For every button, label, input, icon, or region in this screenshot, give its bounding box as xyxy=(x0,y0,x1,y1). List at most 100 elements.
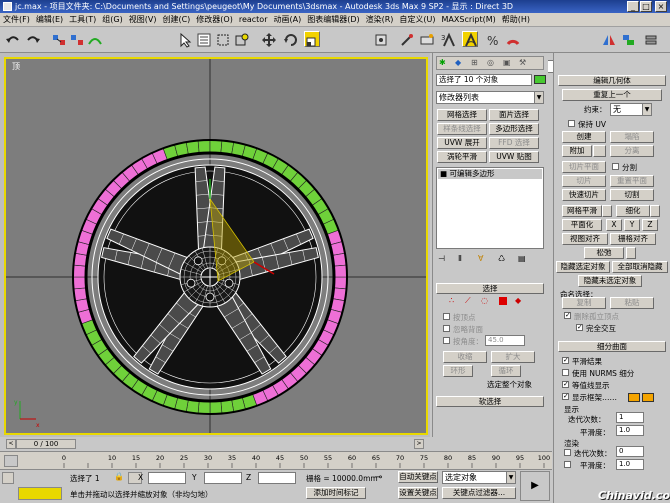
full-interactivity-checkbox[interactable]: ✓ xyxy=(576,324,583,331)
key-mode-icon[interactable]: ⊸ xyxy=(374,472,382,483)
meshsmooth-settings-button[interactable] xyxy=(602,205,612,217)
vertex-icon[interactable]: ∴ xyxy=(449,296,454,305)
meshsmooth-button[interactable]: 网格平滑 xyxy=(562,205,602,217)
menu-customize[interactable]: 自定义(U) xyxy=(396,13,438,26)
pin-stack-icon[interactable]: ⊣ xyxy=(438,254,445,263)
time-slider[interactable]: < 0 / 100 > xyxy=(0,437,430,451)
edge-icon[interactable]: ⟋ xyxy=(465,296,471,306)
use-nurms-checkbox[interactable] xyxy=(562,369,569,376)
unwrap-uvw-button[interactable]: UVW 展开 xyxy=(437,137,487,149)
percent-snap-icon[interactable]: % xyxy=(484,31,500,48)
render-iterations-spinner[interactable]: 0 xyxy=(616,446,644,457)
menu-graph-editors[interactable]: 图表编辑器(D) xyxy=(304,13,362,26)
relax-button[interactable]: 松弛 xyxy=(584,247,624,259)
smoothness-spinner[interactable]: 1.0 xyxy=(616,425,644,436)
select-and-rotate-icon[interactable] xyxy=(282,31,298,47)
by-vertex-checkbox[interactable] xyxy=(443,313,450,320)
spinner-snap-icon[interactable] xyxy=(504,31,520,47)
menu-views[interactable]: 视图(V) xyxy=(126,13,160,26)
menu-modifiers[interactable]: 修改器(O) xyxy=(193,13,236,26)
minimize-button[interactable]: _ xyxy=(627,1,639,12)
key-filters-button[interactable]: 关键点过滤器... xyxy=(442,487,516,499)
stack-item-editable-poly[interactable]: ■ 可编辑多边形 xyxy=(438,169,542,179)
select-and-link-icon[interactable] xyxy=(50,31,66,47)
display-tab-icon[interactable]: ▣ xyxy=(503,58,511,67)
show-end-result-icon[interactable]: Ⅱ xyxy=(458,254,462,263)
unhide-all-button[interactable]: 全部取消隐藏 xyxy=(612,261,668,273)
menu-create[interactable]: 创建(C) xyxy=(159,13,193,26)
menu-maxscript[interactable]: MAXScript(M) xyxy=(439,13,499,26)
constraints-dropdown[interactable]: 无 ▼ xyxy=(610,103,652,116)
close-button[interactable]: × xyxy=(655,1,667,12)
key-filter-dropdown[interactable]: 选定对象 ▼ xyxy=(442,471,516,484)
menu-rendering[interactable]: 渲染(R) xyxy=(363,13,397,26)
loop-button[interactable]: 循环 xyxy=(491,365,521,377)
top-viewport[interactable]: 顶 y x xyxy=(4,57,428,435)
element-icon[interactable]: ◆ xyxy=(515,296,521,305)
menu-tools[interactable]: 工具(T) xyxy=(66,13,99,26)
tessellate-settings-button[interactable] xyxy=(650,205,660,217)
render-smoothness-checkbox[interactable] xyxy=(564,461,571,468)
create-tab-icon[interactable]: ✱ xyxy=(439,58,446,67)
slice-plane-button[interactable]: 切片平面 xyxy=(562,161,606,173)
configure-modifier-sets-icon[interactable]: ▤ xyxy=(518,254,526,263)
render-iterations-checkbox[interactable] xyxy=(564,449,571,456)
subdivision-rollout-header[interactable]: 细分曲面 xyxy=(558,341,666,352)
iterations-spinner[interactable]: 1 xyxy=(616,412,644,423)
align-icon[interactable] xyxy=(620,31,636,47)
by-angle-checkbox[interactable] xyxy=(443,337,450,344)
planar-y-button[interactable]: Y xyxy=(624,219,640,231)
remove-modifier-icon[interactable]: ♺ xyxy=(498,254,505,263)
render-smoothness-spinner[interactable]: 1.0 xyxy=(616,459,644,470)
selection-rollout-header[interactable]: 选择 xyxy=(436,283,544,294)
maxscript-listener-icon[interactable] xyxy=(2,472,14,484)
split-checkbox[interactable] xyxy=(612,163,619,170)
view-align-button[interactable]: 视图对齐 xyxy=(562,233,608,245)
lock-selection-icon[interactable]: 🔒 xyxy=(114,472,124,481)
planar-x-button[interactable]: X xyxy=(606,219,622,231)
undo-icon[interactable] xyxy=(4,31,20,47)
smooth-result-checkbox[interactable]: ✓ xyxy=(562,357,569,364)
reset-plane-button[interactable]: 重置平面 xyxy=(610,175,654,187)
hide-selected-button[interactable]: 隐藏选定对象 xyxy=(556,261,610,273)
set-key-button[interactable]: 设置关键点 xyxy=(398,487,438,499)
border-icon[interactable]: ◌ xyxy=(481,296,488,305)
select-and-manipulate-icon[interactable] xyxy=(398,31,414,47)
create-button[interactable]: 创建 xyxy=(562,131,606,143)
show-cage-checkbox[interactable]: ✓ xyxy=(562,393,569,400)
paste-button[interactable]: 粘贴 xyxy=(610,297,654,309)
relax-settings-button[interactable] xyxy=(626,247,636,259)
keyboard-shortcut-override-icon[interactable] xyxy=(418,31,434,47)
layer-manager-icon[interactable] xyxy=(642,31,658,47)
quickslice-button[interactable]: 快速切片 xyxy=(562,189,606,201)
select-and-move-icon[interactable] xyxy=(260,31,276,47)
bind-space-warp-icon[interactable] xyxy=(86,31,102,47)
menu-help[interactable]: 帮助(H) xyxy=(499,13,533,26)
slice-button[interactable]: 切片 xyxy=(562,175,606,187)
attach-button[interactable]: 附加 xyxy=(562,145,592,157)
cage-color-swatch[interactable] xyxy=(628,393,640,402)
polygon-icon[interactable] xyxy=(499,297,507,305)
cut-button[interactable]: 切割 xyxy=(610,189,654,201)
detach-button[interactable]: 分离 xyxy=(610,145,654,157)
select-object-icon[interactable] xyxy=(176,31,192,48)
redo-icon[interactable] xyxy=(24,31,40,47)
menu-reactor[interactable]: reactor xyxy=(236,13,271,26)
make-planar-button[interactable]: 平面化 xyxy=(562,219,602,231)
patch-select-button[interactable]: 面片选择 xyxy=(489,109,539,121)
repeat-last-button[interactable]: 重复上一个 xyxy=(562,89,662,101)
maximize-button[interactable]: □ xyxy=(640,1,652,12)
mirror-icon[interactable] xyxy=(600,31,616,47)
rectangular-selection-icon[interactable] xyxy=(214,31,230,47)
utilities-tab-icon[interactable]: ⚒ xyxy=(519,58,526,67)
menu-edit[interactable]: 编辑(E) xyxy=(33,13,66,26)
frame-counter[interactable]: 0 / 100 xyxy=(16,439,76,449)
isoline-display-checkbox[interactable]: ✓ xyxy=(562,381,569,388)
hierarchy-tab-icon[interactable]: ⊞ xyxy=(471,58,478,67)
attach-settings-button[interactable] xyxy=(593,145,606,157)
planar-z-button[interactable]: Z xyxy=(642,219,658,231)
menu-animation[interactable]: 动画(A) xyxy=(270,13,304,26)
window-crossing-icon[interactable] xyxy=(233,31,249,47)
modifier-list-dropdown[interactable]: 修改器列表 ▼ xyxy=(436,91,544,104)
soft-selection-rollout-header[interactable]: 软选择 xyxy=(436,396,544,407)
